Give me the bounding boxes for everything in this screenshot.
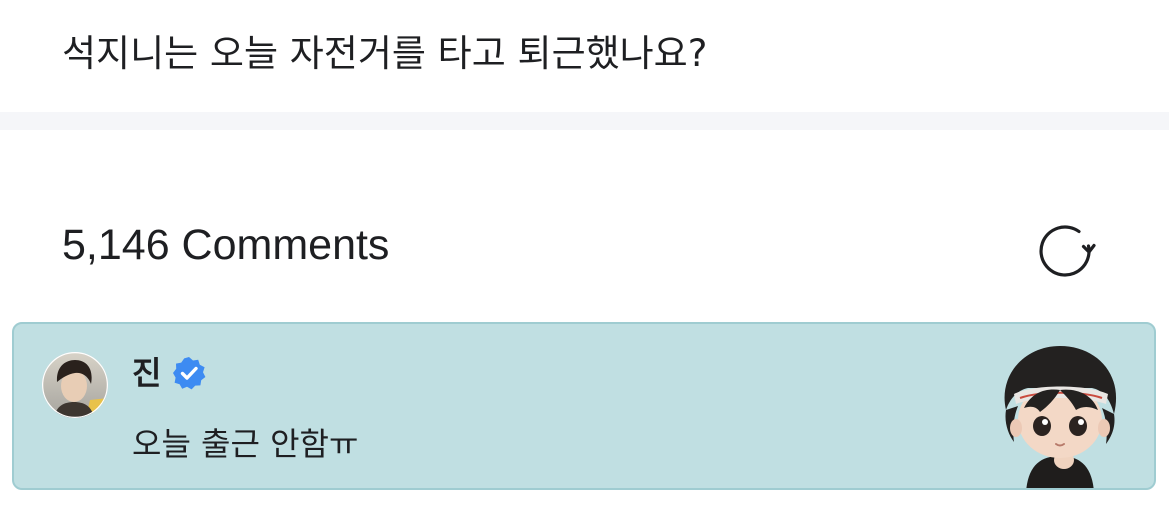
refresh-button[interactable] — [1036, 218, 1098, 280]
section-divider — [0, 112, 1169, 130]
author-row: 진 — [132, 352, 207, 394]
highlighted-comment: 진 오늘 출근 안함ㅠ — [12, 322, 1156, 490]
chibi-character-sticker — [984, 338, 1134, 488]
verified-badge-icon — [171, 355, 207, 391]
comment-text: 오늘 출근 안함ㅠ — [132, 425, 359, 463]
author-name[interactable]: 진 — [132, 353, 161, 393]
avatar-image — [42, 352, 108, 418]
post-question: 석지니는 오늘 자전거를 타고 퇴근했나요? — [62, 32, 708, 75]
comment-count: 5,146 Comments — [62, 221, 390, 269]
avatar[interactable] — [42, 352, 108, 418]
refresh-icon — [1039, 225, 1096, 277]
comments-header: 5,146 Comments — [0, 210, 1169, 280]
